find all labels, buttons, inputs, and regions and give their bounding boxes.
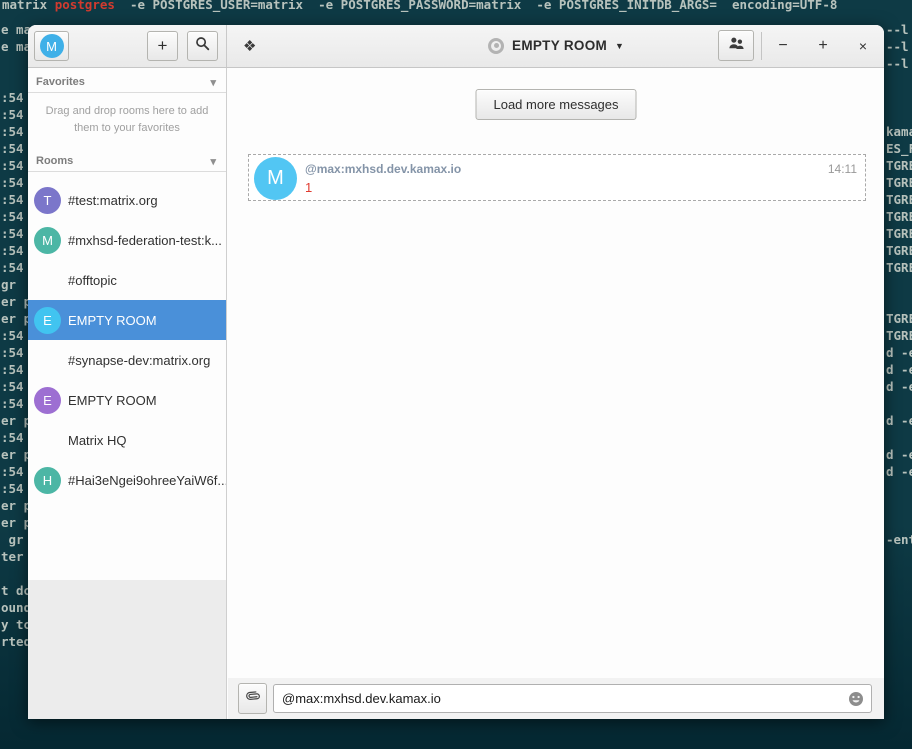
message-timestamp: 14:11 bbox=[828, 162, 857, 176]
search-icon bbox=[195, 36, 210, 56]
header-separator bbox=[761, 32, 762, 60]
composer-bar bbox=[228, 678, 884, 719]
favorites-section-header[interactable]: Favorites ▾ bbox=[28, 72, 226, 93]
message-input[interactable] bbox=[274, 685, 871, 712]
room-list-item[interactable]: M #mxhsd-federation-test:k... bbox=[28, 220, 226, 260]
room-avatar: M bbox=[34, 227, 61, 254]
terminal-left-column: e ma e ma :54 :54 :54 :54 :54 :54 :54 :5… bbox=[1, 21, 31, 650]
rooms-label: Rooms bbox=[36, 155, 73, 167]
search-button[interactable] bbox=[187, 31, 218, 61]
room-list-item[interactable]: Matrix HQ bbox=[28, 420, 226, 460]
add-room-button[interactable]: + bbox=[147, 31, 178, 61]
emoji-icon[interactable] bbox=[848, 691, 864, 712]
load-more-messages-button[interactable]: Load more messages bbox=[475, 89, 636, 120]
sidebar: Favorites ▾ Drag and drop rooms here to … bbox=[28, 68, 227, 719]
favorites-hint: Drag and drop rooms here to add them to … bbox=[42, 103, 212, 137]
rooms-collapse-icon[interactable]: ▾ bbox=[210, 155, 216, 168]
room-list-item[interactable]: H #Hai3eNgei9ohreeYaiW6f... bbox=[28, 460, 226, 500]
room-avatar: T bbox=[34, 187, 61, 214]
minimize-button[interactable]: − bbox=[768, 31, 798, 61]
room-list-item[interactable]: E EMPTY ROOM bbox=[28, 300, 226, 340]
sidebar-header: M + bbox=[28, 25, 227, 67]
room-label: EMPTY ROOM bbox=[68, 313, 157, 328]
room-label: Matrix HQ bbox=[68, 433, 127, 448]
close-button[interactable]: × bbox=[848, 31, 878, 61]
maximize-button[interactable]: + bbox=[808, 31, 838, 61]
user-account-button[interactable]: M bbox=[34, 31, 69, 61]
room-avatar: H bbox=[34, 467, 61, 494]
room-title: EMPTY ROOM bbox=[512, 38, 607, 53]
attach-file-button[interactable] bbox=[238, 683, 267, 714]
two-people-icon bbox=[728, 36, 745, 55]
room-list: T #test:matrix.org M #mxhsd-federation-t… bbox=[28, 180, 226, 500]
paperclip-icon bbox=[245, 689, 260, 709]
room-avatar: E bbox=[34, 387, 61, 414]
app-icon: ❖ bbox=[243, 37, 256, 55]
message-avatar[interactable]: M bbox=[254, 157, 297, 200]
chat-pane: Load more messages M @max:mxhsd.dev.kama… bbox=[228, 68, 884, 719]
main-header: ❖ EMPTY ROOM ▼ − + × bbox=[228, 25, 884, 67]
room-avatar-placeholder-icon bbox=[488, 38, 504, 54]
room-label: #synapse-dev:matrix.org bbox=[68, 353, 210, 368]
members-toggle-button[interactable] bbox=[718, 30, 754, 61]
favorites-collapse-icon[interactable]: ▾ bbox=[210, 76, 216, 89]
room-list-item[interactable]: #synapse-dev:matrix.org bbox=[28, 340, 226, 380]
room-list-item[interactable]: #offtopic bbox=[28, 260, 226, 300]
message-sender[interactable]: @max:mxhsd.dev.kamax.io bbox=[305, 162, 461, 176]
room-list-pane: Favorites ▾ Drag and drop rooms here to … bbox=[28, 68, 226, 580]
room-label: #offtopic bbox=[68, 273, 117, 288]
room-list-item[interactable]: T #test:matrix.org bbox=[28, 180, 226, 220]
favorites-label: Favorites bbox=[36, 76, 85, 88]
matrix-client-window: M + ❖ EMPTY ROOM ▼ bbox=[28, 25, 884, 719]
message-row[interactable]: M @max:mxhsd.dev.kamax.io 1 14:11 bbox=[248, 154, 866, 201]
room-label: #Hai3eNgei9ohreeYaiW6f... bbox=[68, 473, 226, 488]
user-avatar: M bbox=[40, 34, 64, 58]
rooms-section-header[interactable]: Rooms ▾ bbox=[28, 151, 226, 172]
room-title-dropdown[interactable]: EMPTY ROOM ▼ bbox=[488, 25, 624, 66]
room-label: EMPTY ROOM bbox=[68, 393, 157, 408]
terminal-right-column: --l --l --l kama ES_F TGRE TGRE TGRE TGR… bbox=[886, 21, 912, 548]
terminal-top-line: matrix postgres -e POSTGRES_USER=matrix … bbox=[2, 0, 837, 13]
room-label: #test:matrix.org bbox=[68, 193, 158, 208]
room-label: #mxhsd-federation-test:k... bbox=[68, 233, 222, 248]
message-body: 1 bbox=[305, 180, 312, 195]
room-list-item[interactable]: E EMPTY ROOM bbox=[28, 380, 226, 420]
headerbar: M + ❖ EMPTY ROOM ▼ bbox=[28, 25, 884, 68]
chevron-down-icon: ▼ bbox=[615, 41, 624, 51]
message-input-wrap bbox=[273, 684, 872, 713]
room-avatar: E bbox=[34, 307, 61, 334]
